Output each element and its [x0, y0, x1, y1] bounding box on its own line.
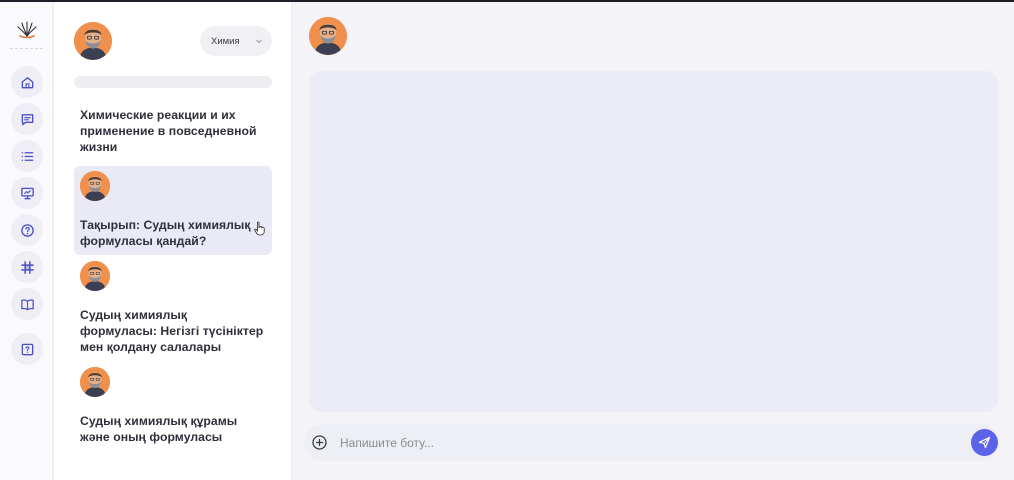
- bot-avatar: [74, 22, 112, 60]
- conversation-sidebar: Химия Химические реакции и их применение…: [54, 2, 292, 480]
- conversation-title: Судың химиялық құрамы және оның формулас…: [80, 414, 238, 444]
- bot-avatar: [80, 367, 110, 397]
- message-input[interactable]: [340, 430, 960, 455]
- nav-home-button[interactable]: [11, 66, 43, 98]
- attach-button[interactable]: [310, 433, 329, 452]
- subject-select[interactable]: Химия: [200, 26, 272, 56]
- message-composer: [304, 424, 999, 461]
- conversation-item[interactable]: Химические реакции и их применение в пов…: [74, 102, 272, 161]
- send-icon: [978, 436, 991, 449]
- conversation-item-active[interactable]: Тақырып: Судың химиялық формуласы қандай…: [74, 166, 272, 255]
- nav-list-button[interactable]: [11, 140, 43, 172]
- bot-avatar-header: [309, 17, 347, 55]
- conversation-title: Тақырып: Судың химиялық формуласы қандай…: [80, 218, 251, 248]
- bot-avatar: [80, 261, 110, 291]
- home-icon: [21, 76, 33, 88]
- rail-divider: [10, 48, 43, 49]
- send-button[interactable]: [971, 429, 998, 456]
- hand-cursor-icon: [254, 221, 265, 236]
- nav-chat-button[interactable]: [11, 103, 43, 135]
- grid-icon: [20, 260, 34, 274]
- bot-avatar: [80, 171, 110, 201]
- conversation-item[interactable]: Судың химиялық формуласы: Негізгі түсіні…: [74, 256, 272, 361]
- nav-presentation-button[interactable]: [11, 177, 43, 209]
- chat-icon: [21, 113, 33, 125]
- presentation-icon: [20, 187, 34, 199]
- help-icon: [20, 223, 34, 237]
- plus-circle-icon: [312, 435, 327, 450]
- search-input[interactable]: [74, 76, 272, 88]
- nav-grid-button[interactable]: [11, 251, 43, 283]
- nav-rail: [0, 2, 53, 480]
- app-logo-icon[interactable]: [14, 16, 40, 40]
- conversation-title: Судың химиялық формуласы: Негізгі түсіні…: [80, 308, 264, 354]
- list-icon: [21, 151, 33, 161]
- quiz-icon: [21, 343, 33, 355]
- conversation-item[interactable]: Судың химиялық құрамы және оның формулас…: [74, 362, 272, 451]
- nav-book-button[interactable]: [11, 288, 43, 320]
- nav-quiz-button[interactable]: [11, 333, 43, 365]
- book-icon: [20, 298, 34, 310]
- nav-help-button[interactable]: [11, 214, 43, 246]
- conversation-title: Химические реакции и их применение в пов…: [80, 108, 257, 154]
- chevron-down-icon: [256, 39, 262, 44]
- subject-select-value: Химия: [211, 35, 240, 47]
- chat-messages-panel: [309, 71, 998, 412]
